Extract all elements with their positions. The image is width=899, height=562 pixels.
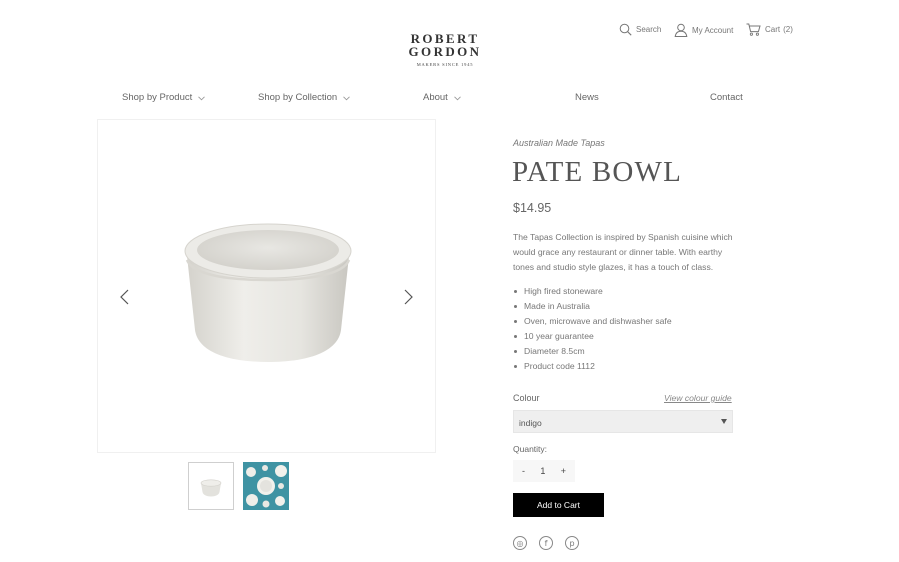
chevron-right-icon	[404, 289, 413, 305]
feature-item: High fired stoneware	[513, 284, 672, 299]
thumbnail-lifestyle[interactable]	[243, 462, 289, 510]
nav-contact[interactable]: Contact	[710, 92, 743, 103]
feature-item: Product code 1112	[513, 359, 672, 374]
cart-link[interactable]: Cart (2)	[746, 23, 793, 36]
chevron-left-icon	[119, 289, 128, 305]
quantity-value[interactable]: 1	[540, 466, 545, 476]
chevron-down-icon	[454, 95, 461, 100]
cart-label: Cart	[765, 25, 781, 34]
quantity-increment-button[interactable]: +	[561, 466, 566, 476]
thumbnail-lifestyle-image	[243, 462, 289, 510]
nav-label: News	[575, 92, 599, 103]
product-features: High fired stoneware Made in Australia O…	[513, 284, 672, 374]
feature-item: Made in Australia	[513, 299, 672, 314]
logo-tagline: MAKERS SINCE 1945	[416, 62, 474, 67]
feature-item: Diameter 8.5cm	[513, 344, 672, 359]
chevron-down-icon	[343, 95, 351, 100]
instagram-icon[interactable]: ◎	[513, 536, 527, 550]
add-to-cart-button[interactable]: Add to Cart	[513, 493, 604, 517]
product-description: The Tapas Collection is inspired by Span…	[513, 232, 733, 272]
user-icon	[674, 23, 688, 37]
nav-shop-by-collection[interactable]: Shop by Collection	[258, 92, 351, 103]
nav-label: Shop by Product	[122, 92, 193, 103]
colour-select[interactable]: indigo	[513, 410, 733, 433]
nav-label: Contact	[710, 92, 743, 103]
account-label: My Account	[692, 25, 734, 35]
nav-news[interactable]: News	[575, 92, 599, 103]
colour-label: Colour	[513, 393, 540, 403]
nav-about[interactable]: About	[423, 92, 461, 103]
product-main-image	[97, 119, 436, 453]
pinterest-icon[interactable]: p	[565, 536, 579, 550]
chevron-down-icon	[198, 95, 206, 100]
gallery-next-button[interactable]	[400, 287, 416, 307]
pate-bowl-image	[184, 223, 352, 362]
feature-item: Oven, microwave and dishwasher safe	[513, 314, 672, 329]
search-label: Search	[636, 25, 662, 34]
cart-icon	[746, 23, 761, 36]
search-link[interactable]: Search	[619, 23, 661, 36]
colour-selected-value: indigo	[519, 418, 542, 428]
quantity-stepper: - 1 +	[513, 460, 575, 482]
nav-label: About	[423, 92, 448, 103]
feature-item: 10 year guarantee	[513, 329, 672, 344]
search-icon	[619, 23, 632, 36]
nav-label: Shop by Collection	[258, 92, 338, 103]
colour-guide-link[interactable]: View colour guide	[664, 393, 732, 403]
account-link[interactable]: My Account	[674, 23, 733, 37]
nav-shop-by-product[interactable]: Shop by Product	[122, 92, 206, 103]
dropdown-arrow-icon	[721, 419, 727, 424]
gallery-prev-button[interactable]	[116, 287, 132, 307]
facebook-icon[interactable]: f	[539, 536, 553, 550]
cart-count: (2)	[783, 25, 793, 34]
brand-logo[interactable]: ROBERT GORDON MAKERS SINCE 1945	[400, 32, 490, 67]
quantity-decrement-button[interactable]: -	[522, 466, 525, 476]
thumbnail-bowl-image	[200, 479, 222, 497]
product-collection[interactable]: Australian Made Tapas	[513, 138, 605, 148]
product-title: PATE BOWL	[512, 156, 683, 188]
thumbnail-bowl[interactable]	[188, 462, 234, 510]
logo-line-2: GORDON	[408, 44, 482, 59]
quantity-label: Quantity:	[513, 444, 548, 454]
product-price: $14.95	[513, 201, 552, 215]
